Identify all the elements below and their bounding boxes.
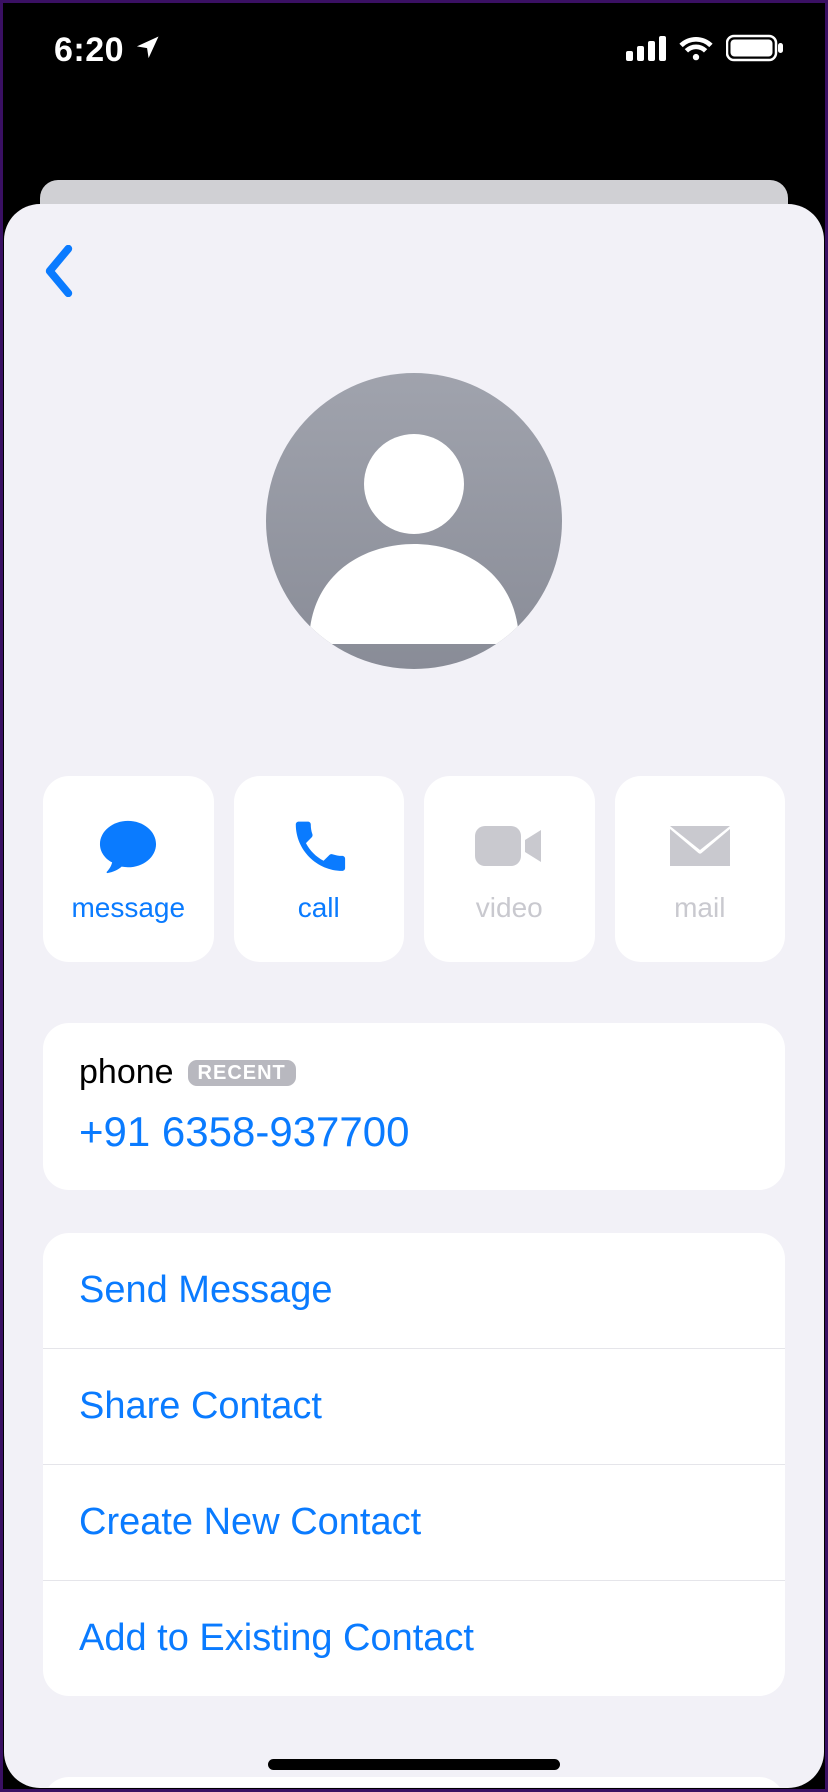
recent-badge: RECENT — [188, 1060, 296, 1086]
message-button[interactable]: message — [43, 776, 214, 962]
phone-icon — [290, 814, 348, 878]
battery-icon — [726, 34, 784, 67]
action-buttons-row: message call — [43, 776, 785, 962]
phone-label-row: phone RECENT — [79, 1053, 749, 1092]
block-caller-option[interactable]: Block this Caller — [43, 1777, 785, 1788]
cellular-signal-icon — [626, 35, 666, 66]
chevron-left-icon — [42, 245, 76, 302]
video-label: video — [476, 892, 543, 924]
avatar-container — [5, 205, 823, 669]
status-left: 6:20 — [54, 31, 162, 70]
phone-info-card[interactable]: phone RECENT +91 6358-937700 — [43, 1023, 785, 1190]
call-button[interactable]: call — [234, 776, 405, 962]
video-icon — [473, 814, 545, 878]
wifi-icon — [678, 35, 714, 66]
phone-number[interactable]: +91 6358-937700 — [79, 1108, 749, 1156]
add-to-existing-contact-option[interactable]: Add to Existing Contact — [43, 1581, 785, 1696]
mail-label: mail — [674, 892, 725, 924]
call-label: call — [298, 892, 340, 924]
back-button[interactable] — [31, 245, 87, 301]
phone-type-label: phone — [79, 1053, 174, 1092]
phone-screen: 6:20 — [0, 0, 828, 1792]
contact-options-card: Send Message Share Contact Create New Co… — [43, 1233, 785, 1696]
status-right — [626, 34, 784, 67]
video-button: video — [424, 776, 595, 962]
mail-button: mail — [615, 776, 786, 962]
contact-detail-sheet: message call — [4, 204, 824, 1788]
create-new-contact-option[interactable]: Create New Contact — [43, 1465, 785, 1581]
message-icon — [96, 814, 160, 878]
person-silhouette-icon — [289, 394, 539, 649]
status-bar: 6:20 — [0, 0, 828, 100]
location-arrow-icon — [134, 31, 162, 70]
message-label: message — [71, 892, 185, 924]
share-contact-option[interactable]: Share Contact — [43, 1349, 785, 1465]
send-message-option[interactable]: Send Message — [43, 1233, 785, 1349]
status-time: 6:20 — [54, 31, 124, 70]
mail-icon — [666, 814, 734, 878]
block-caller-card: Block this Caller — [43, 1777, 785, 1788]
annotation-arrow — [587, 1787, 824, 1788]
home-indicator[interactable] — [268, 1759, 560, 1770]
contact-avatar[interactable] — [266, 373, 562, 669]
